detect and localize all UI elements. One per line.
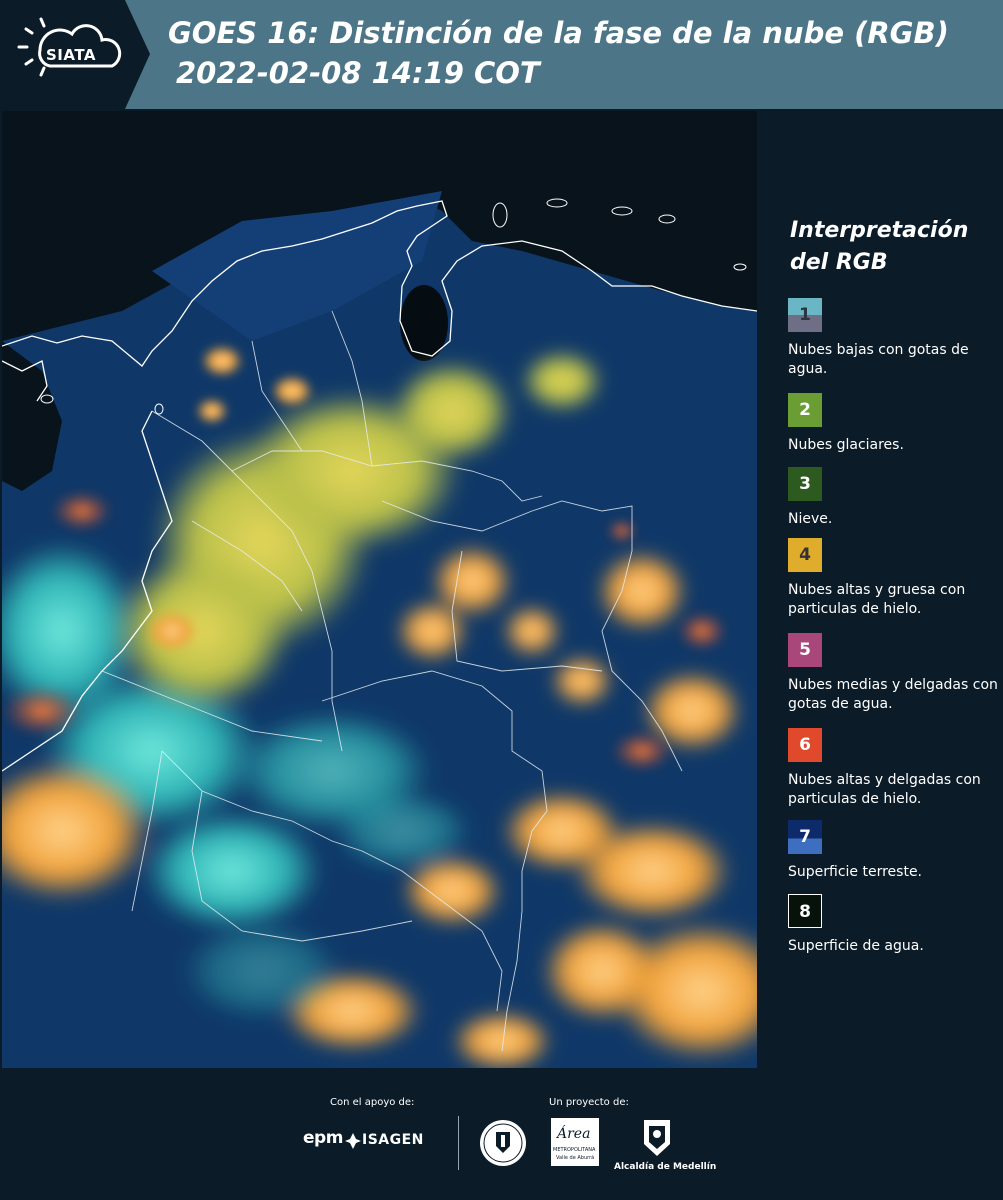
seal-icon[interactable] <box>478 1118 528 1168</box>
area-metropolitana-logo[interactable]: Área METROPOLITANA Valle de Aburrá <box>551 1118 599 1166</box>
legend-label-1: Nubes bajas con gotas de agua. <box>788 342 969 377</box>
legend-swatch-2: 2 <box>788 393 822 427</box>
page-title: GOES 16: Distinción de la fase de la nub… <box>168 16 949 50</box>
legend-panel: Interpretación del RGB 1 Nubes bajas con… <box>760 109 1003 1070</box>
legend-swatch-7: 7 <box>788 820 822 854</box>
support-label: Con el apoyo de: <box>330 1097 415 1108</box>
legend-label-5: Nubes medias y delgadas con gotas de agu… <box>788 677 998 712</box>
legend-label-6: Nubes altas y delgadas con particulas de… <box>788 772 981 807</box>
area-logo-text: Área <box>557 1126 591 1142</box>
satellite-image <box>2 111 757 1068</box>
legend-label-4: Nubes altas y gruesa con particulas de h… <box>788 582 966 617</box>
footer-divider <box>458 1116 459 1170</box>
legend-swatch-3: 3 <box>788 467 822 501</box>
legend-swatch-8: 8 <box>788 894 822 928</box>
footer: Con el apoyo de: Un proyecto de: epm ISA… <box>0 1070 1003 1200</box>
legend-title: Interpretación del RGB <box>790 218 969 275</box>
legend-label-3: Nieve. <box>788 511 833 527</box>
isagen-logo[interactable]: ISAGEN <box>362 1132 424 1148</box>
legend-label-7: Superficie terreste. <box>788 864 923 880</box>
legend-label-8: Superficie de agua. <box>788 938 924 954</box>
header-bar: SIATA GOES 16: Distinción de la fase de … <box>0 0 1003 109</box>
isagen-icon <box>345 1133 361 1149</box>
logo-text: SIATA <box>46 46 97 64</box>
legend-label-2: Nubes glaciares. <box>788 437 904 453</box>
legend-swatch-4: 4 <box>788 538 822 572</box>
alcaldia-label: Alcaldía de Medellín <box>614 1162 717 1172</box>
siata-logo[interactable]: SIATA <box>0 0 150 109</box>
legend-swatch-1: 1 <box>788 298 822 332</box>
page-subtitle: 2022-02-08 14:19 COT <box>176 56 540 90</box>
area-logo-sub: METROPOLITANA <box>553 1147 596 1153</box>
epm-logo[interactable]: epm <box>303 1128 343 1148</box>
alcaldia-shield-icon[interactable] <box>642 1118 672 1158</box>
area-logo-sub2: Valle de Aburrá <box>556 1155 595 1161</box>
project-label: Un proyecto de: <box>549 1097 629 1108</box>
legend-swatch-6: 6 <box>788 728 822 762</box>
legend-swatch-5: 5 <box>788 633 822 667</box>
